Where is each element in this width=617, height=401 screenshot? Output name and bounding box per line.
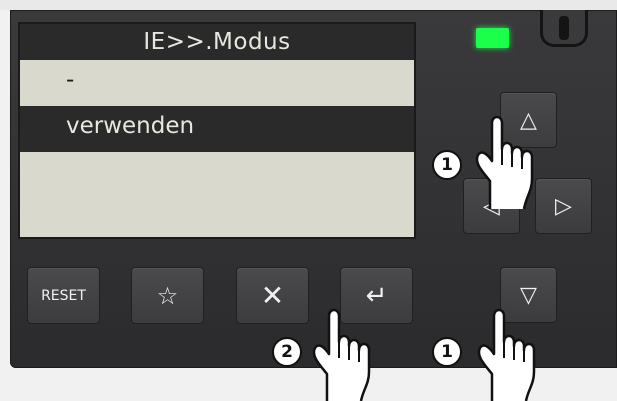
pointing-hand-icon (475, 115, 534, 210)
lcd-title: IE>>.Modus (20, 24, 414, 60)
status-led (476, 28, 509, 48)
step-marker-1-down: 1 (432, 337, 462, 367)
lcd-option-verwenden-selected[interactable]: verwenden (20, 106, 414, 152)
cancel-button[interactable]: ✕ (236, 267, 309, 324)
pointing-hand-icon (312, 308, 371, 401)
lcd-display: IE>>.Modus - verwenden (18, 22, 416, 239)
lcd-empty-row (20, 152, 414, 237)
lcd-option-dash[interactable]: - (20, 60, 414, 106)
favorite-button[interactable]: ☆ (131, 267, 204, 324)
step-marker-1-up: 1 (432, 150, 462, 180)
usb-port (540, 10, 588, 47)
top-strip (0, 0, 617, 10)
reset-button[interactable]: RESET (27, 267, 100, 324)
step-marker-2-enter: 2 (272, 337, 302, 367)
pointing-hand-icon (477, 308, 536, 401)
